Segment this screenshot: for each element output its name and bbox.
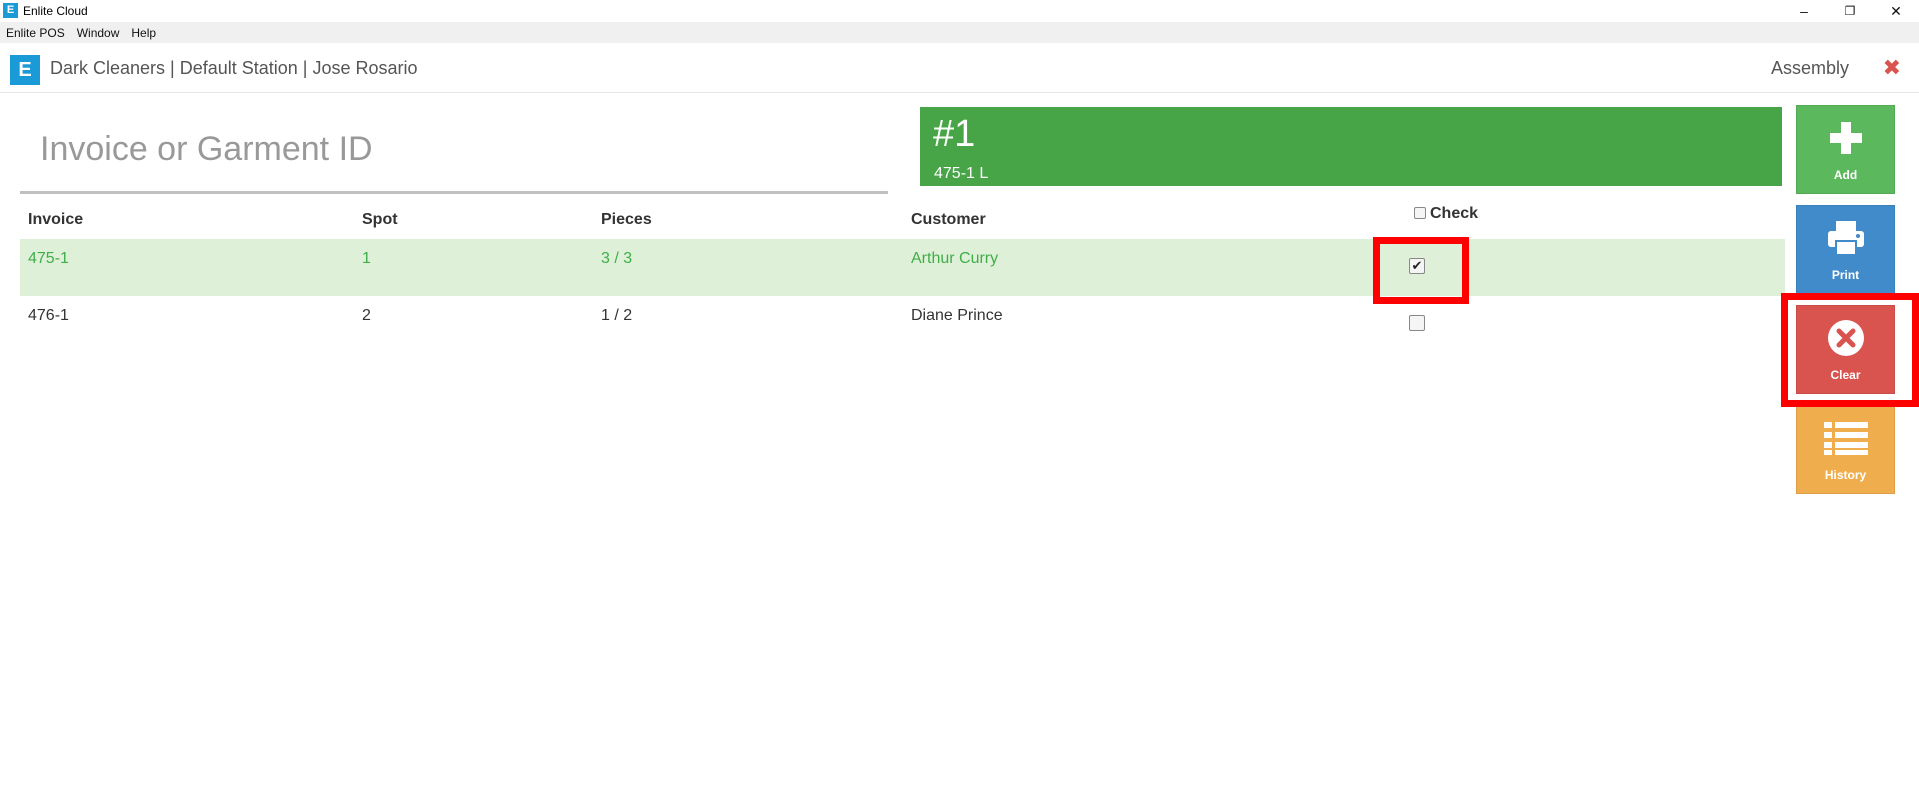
header-pieces: Pieces [601,211,652,228]
current-order-panel: #1 475-1 L [920,107,1782,186]
cell-customer: Diane Prince [911,307,1003,324]
checkbox-highlight-box [1373,237,1469,304]
table-row[interactable]: 476-1 2 1 / 2 Diane Prince [20,296,1785,353]
cell-spot: 1 [362,250,371,267]
mode-label: Assembly [1770,58,1849,78]
header-check: Check [1430,205,1479,222]
order-number: #1 [933,113,976,155]
menu-window[interactable]: Window [71,26,126,40]
station-info: Dark Cleaners | Default Station | Jose R… [50,58,418,78]
close-assembly-icon[interactable]: ✖ [1883,55,1901,81]
menu-help[interactable]: Help [125,26,162,40]
cell-invoice: 475-1 [28,250,69,267]
plus-icon [1797,116,1894,160]
print-button[interactable]: Print [1796,205,1895,294]
enlite-logo: E [10,55,40,85]
menu-bar: Enlite POS Window Help [0,22,1919,43]
cell-invoice: 476-1 [28,307,69,324]
header-invoice: Invoice [28,211,84,228]
cell-pieces: 1 / 2 [601,307,633,324]
list-icon [1797,416,1894,460]
order-detail: 475-1 L [934,165,989,182]
cell-pieces: 3 / 3 [601,250,633,267]
minimize-button[interactable]: – [1781,0,1827,22]
menu-enlite-pos[interactable]: Enlite POS [0,26,71,40]
app-icon: E [3,3,18,18]
history-label: History [1824,468,1867,482]
clear-highlight-box [1781,293,1919,407]
printer-icon [1797,216,1894,260]
cell-customer: Arthur Curry [911,250,999,267]
table-row[interactable]: 475-1 1 3 / 3 Arthur Curry ✔ [20,239,1785,296]
restore-button[interactable]: ❐ [1827,0,1873,22]
header-spot: Spot [362,211,398,228]
history-button[interactable]: History [1796,405,1895,494]
app-header: E Dark Cleaners | Default Station | Jose… [0,43,1919,93]
window-title: Enlite Cloud [23,4,88,18]
row-check-checkbox[interactable] [1409,315,1425,331]
window-titlebar: E Enlite Cloud – ❐ ✕ [0,0,1919,22]
cell-spot: 2 [362,307,371,324]
window-close-button[interactable]: ✕ [1873,0,1919,22]
add-label: Add [1833,168,1858,182]
check-all-checkbox[interactable] [1414,207,1426,219]
print-label: Print [1831,268,1860,282]
invoice-garment-search-input[interactable] [20,108,888,194]
add-button[interactable]: Add [1796,105,1895,194]
header-customer: Customer [911,211,986,228]
